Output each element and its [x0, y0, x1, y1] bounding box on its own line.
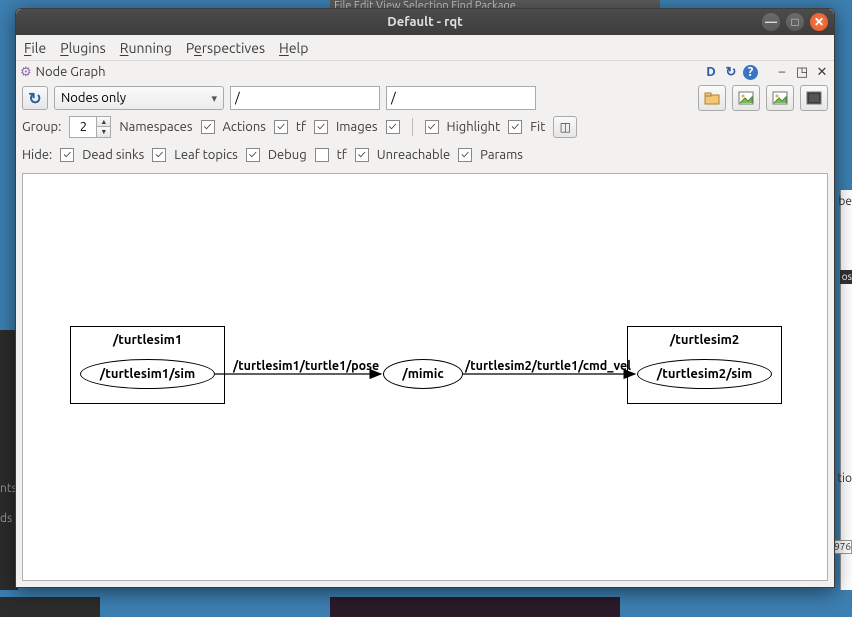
params-checkbox[interactable]: ✓: [458, 148, 472, 162]
tf-hide-checkbox[interactable]: [315, 148, 329, 162]
highlight-checkbox[interactable]: ✓: [425, 120, 439, 134]
open-folder-button[interactable]: [698, 85, 726, 111]
namespace-title: /turtlesim2: [628, 327, 781, 349]
graph-canvas[interactable]: /turtlesim1 /turtlesim1/sim /turtlesim2 …: [22, 173, 828, 581]
edge-label-cmdvel: /turtlesim2/turtle1/cmd_vel: [465, 359, 631, 373]
node-filter-input[interactable]: [230, 86, 380, 110]
group-label: Group:: [22, 120, 61, 134]
toolbar-hide: Hide: ✓ Dead sinks ✓ Leaf topics ✓ Debug…: [16, 141, 834, 169]
actions-label: Actions: [223, 120, 266, 134]
plugin-title: Node Graph: [36, 65, 106, 79]
plugin-minimize-button[interactable]: –: [774, 64, 790, 80]
toolbar-group: Group: ▲▼ Namespaces ✓ Actions ✓ tf ✓ Im…: [16, 113, 834, 141]
spinner-up[interactable]: ▲: [96, 117, 110, 127]
image-icon: [738, 91, 754, 105]
save-dot-button[interactable]: [766, 85, 794, 111]
tf-group-checkbox[interactable]: ✓: [314, 120, 328, 134]
menu-help[interactable]: Help: [279, 40, 308, 56]
params-label: Params: [480, 148, 523, 162]
graph-mode-select[interactable]: Nodes only: [54, 86, 224, 110]
bg-frag: os: [840, 270, 852, 284]
fit-view-button[interactable]: [800, 85, 828, 111]
menu-running[interactable]: Running: [120, 40, 172, 56]
bg-right-panel: [840, 190, 852, 590]
leaf-topics-label: Leaf topics: [174, 148, 238, 162]
window-close-button[interactable]: ✕: [810, 13, 828, 31]
window-maximize-button[interactable]: □: [786, 13, 804, 31]
leaf-topics-checkbox[interactable]: ✓: [152, 148, 166, 162]
plugin-d-button[interactable]: D: [703, 64, 719, 80]
fit-checkbox[interactable]: ✓: [508, 120, 522, 134]
namespaces-label: Namespaces: [119, 120, 192, 134]
rqt-window: Default - rqt — □ ✕ File Plugins Running…: [15, 8, 835, 588]
images-label: Images: [336, 120, 378, 134]
highlight-label: Highlight: [447, 120, 501, 134]
unreachable-label: Unreachable: [377, 148, 450, 162]
titlebar[interactable]: Default - rqt — □ ✕: [16, 9, 834, 35]
plugin-help-button[interactable]: ?: [743, 65, 758, 80]
debug-label: Debug: [268, 148, 307, 162]
plugin-header: ⚙ Node Graph D ↻ ? – ◳ ✕: [16, 61, 834, 83]
namespace-title: /turtlesim1: [71, 327, 224, 349]
node-mimic[interactable]: /mimic: [383, 359, 463, 389]
bg-frag: be: [838, 195, 852, 208]
unreachable-checkbox[interactable]: ✓: [355, 148, 369, 162]
topic-filter-input[interactable]: [386, 86, 536, 110]
plugin-reload-button[interactable]: ↻: [723, 64, 739, 80]
actions-checkbox[interactable]: ✓: [274, 120, 288, 134]
namespaces-checkbox[interactable]: ✓: [201, 120, 215, 134]
node-graph-icon: ⚙: [20, 65, 32, 80]
node-turtlesim1-sim[interactable]: /turtlesim1/sim: [80, 359, 215, 389]
refresh-button[interactable]: ↻: [22, 86, 48, 110]
menu-file[interactable]: File: [24, 40, 46, 56]
plugin-close-button[interactable]: ✕: [814, 64, 830, 80]
group-depth-spinner[interactable]: ▲▼: [69, 116, 111, 138]
bg-frag: tio: [837, 472, 852, 485]
node-turtlesim2-sim[interactable]: /turtlesim2/sim: [637, 359, 772, 389]
images-checkbox[interactable]: ✓: [386, 120, 400, 134]
separator: [412, 118, 413, 136]
window-minimize-button[interactable]: —: [762, 13, 780, 31]
bg-bottom-mid: [330, 597, 620, 617]
bg-frag: 976: [832, 540, 852, 554]
menu-plugins[interactable]: Plugins: [60, 40, 106, 56]
dead-sinks-checkbox[interactable]: ✓: [60, 148, 74, 162]
save-image-button[interactable]: [732, 85, 760, 111]
tf-group-label: tf: [296, 120, 306, 134]
debug-checkbox[interactable]: ✓: [246, 148, 260, 162]
bg-bottom-left: [0, 597, 100, 617]
edge-label-pose: /turtlesim1/turtle1/pose: [233, 359, 379, 373]
menu-perspectives[interactable]: Perspectives: [186, 40, 265, 56]
image-icon: [772, 91, 788, 105]
options-button[interactable]: ◫: [553, 116, 577, 138]
screen-icon: [806, 91, 822, 105]
tf-hide-label: tf: [337, 148, 347, 162]
fit-label: Fit: [530, 120, 545, 134]
hide-label: Hide:: [22, 148, 52, 162]
folder-icon: [704, 91, 720, 105]
spinner-down[interactable]: ▼: [96, 127, 110, 137]
group-depth-input[interactable]: [70, 120, 96, 134]
menubar: File Plugins Running Perspectives Help: [16, 35, 834, 61]
dead-sinks-label: Dead sinks: [82, 148, 144, 162]
refresh-icon: ↻: [28, 89, 41, 108]
bg-frag: ds: [0, 512, 12, 525]
window-title: Default - rqt: [387, 15, 463, 29]
toolbar-main: ↻ Nodes only: [16, 83, 834, 113]
plugin-undock-button[interactable]: ◳: [794, 64, 810, 80]
